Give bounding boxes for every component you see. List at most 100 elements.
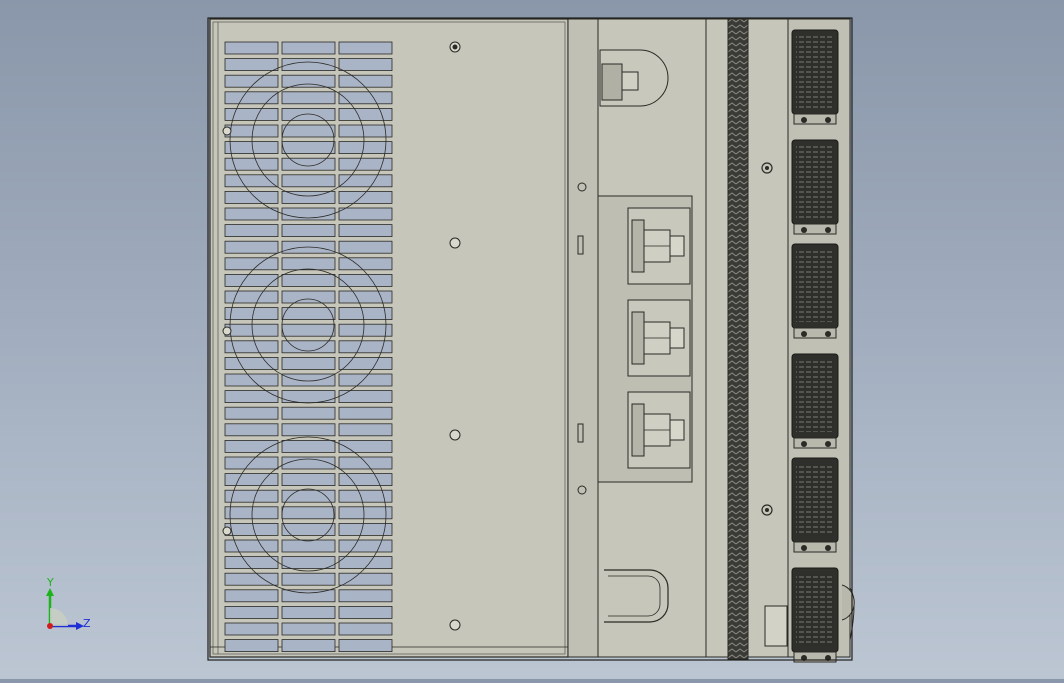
vent-slot bbox=[338, 356, 393, 370]
vent-slot bbox=[224, 473, 279, 487]
vent-slot bbox=[224, 406, 279, 420]
vent-slot bbox=[224, 207, 279, 221]
vent-slot bbox=[281, 290, 336, 304]
vent-slot bbox=[224, 273, 279, 287]
vent-slot bbox=[224, 589, 279, 603]
connector-plug bbox=[791, 139, 839, 235]
connector-plug bbox=[791, 567, 839, 663]
connector-plug bbox=[791, 243, 839, 339]
vent-slot bbox=[338, 456, 393, 470]
orientation-triad: Y Z bbox=[38, 576, 98, 638]
vent-slot bbox=[281, 622, 336, 636]
vent-slot bbox=[224, 390, 279, 404]
vent-slot bbox=[224, 456, 279, 470]
vent-slot bbox=[281, 323, 336, 337]
vent-slot bbox=[338, 141, 393, 155]
vent-slot bbox=[338, 439, 393, 453]
vent-slot bbox=[224, 257, 279, 271]
vent-slot bbox=[281, 257, 336, 271]
vent-slot bbox=[224, 290, 279, 304]
vent-slot bbox=[338, 257, 393, 271]
terminal-lug bbox=[627, 299, 691, 377]
vent-slot bbox=[281, 373, 336, 387]
vent-slot bbox=[338, 108, 393, 121]
vent-slot bbox=[338, 157, 393, 171]
connector-plug bbox=[791, 353, 839, 449]
vent-slot bbox=[281, 41, 336, 55]
vent-slot bbox=[338, 506, 393, 520]
vent-slot bbox=[281, 439, 336, 453]
connector-plug bbox=[791, 29, 839, 125]
power-terminals bbox=[627, 207, 691, 469]
vent-slot bbox=[338, 406, 393, 420]
vent-slot bbox=[338, 74, 393, 88]
vent-slot bbox=[338, 572, 393, 586]
vent-slot bbox=[224, 74, 279, 88]
fan-vent-grille bbox=[224, 41, 393, 652]
vent-slot bbox=[224, 506, 279, 520]
vent-slot bbox=[281, 506, 336, 520]
vent-slot bbox=[281, 157, 336, 171]
terminal-lug bbox=[627, 391, 691, 469]
vent-slot bbox=[281, 589, 336, 603]
drive-model-drawing bbox=[207, 17, 855, 663]
vent-slot bbox=[224, 356, 279, 370]
vent-slot bbox=[338, 290, 393, 304]
vent-slot bbox=[224, 307, 279, 321]
vent-slot bbox=[281, 91, 336, 105]
vent-slot bbox=[224, 639, 279, 652]
vent-slot bbox=[281, 124, 336, 138]
vent-slot bbox=[224, 556, 279, 569]
vent-slot bbox=[224, 224, 279, 238]
vent-slot bbox=[338, 207, 393, 221]
vent-slot bbox=[224, 423, 279, 437]
vent-slot bbox=[338, 639, 393, 652]
vent-slot bbox=[338, 622, 393, 636]
vent-slot bbox=[281, 473, 336, 487]
vent-slot bbox=[338, 473, 393, 487]
vent-slot bbox=[338, 323, 393, 337]
vent-slot bbox=[281, 273, 336, 287]
vent-slot bbox=[224, 91, 279, 105]
cad-viewport[interactable] bbox=[0, 0, 1064, 679]
vent-slot bbox=[224, 141, 279, 155]
y-axis-label: Y bbox=[47, 576, 54, 589]
vent-slot bbox=[338, 606, 393, 619]
vent-slot bbox=[224, 622, 279, 636]
vent-slot bbox=[338, 589, 393, 603]
vent-slot bbox=[281, 74, 336, 88]
vent-slot bbox=[281, 406, 336, 420]
heatsink-fins bbox=[705, 18, 789, 660]
vent-slot bbox=[338, 91, 393, 105]
vent-slot bbox=[281, 307, 336, 321]
vent-slot bbox=[281, 224, 336, 238]
vent-slot bbox=[338, 41, 393, 55]
vent-slot bbox=[281, 423, 336, 437]
vent-slot bbox=[338, 58, 393, 71]
vent-slot bbox=[281, 639, 336, 652]
vent-slot bbox=[338, 124, 393, 138]
vent-slot bbox=[281, 141, 336, 155]
vent-slot bbox=[338, 556, 393, 569]
connector-plug bbox=[791, 457, 839, 553]
vent-slot bbox=[338, 174, 393, 188]
vent-slot bbox=[224, 240, 279, 254]
vent-slot bbox=[224, 124, 279, 138]
vent-slot bbox=[338, 373, 393, 387]
vent-slot bbox=[224, 606, 279, 619]
vent-slot bbox=[281, 174, 336, 188]
vent-slot bbox=[224, 323, 279, 337]
vent-slot bbox=[224, 489, 279, 503]
terminal-lug bbox=[627, 207, 691, 285]
vent-slot bbox=[338, 423, 393, 437]
vent-slot bbox=[338, 224, 393, 238]
vent-slot bbox=[338, 240, 393, 254]
vent-slot bbox=[281, 356, 336, 370]
vent-slot bbox=[224, 539, 279, 553]
vent-slot bbox=[224, 523, 279, 536]
vent-slot bbox=[281, 606, 336, 619]
x-axis-origin bbox=[47, 623, 53, 629]
vent-slot bbox=[224, 41, 279, 55]
z-axis-label: Z bbox=[83, 617, 91, 630]
triad-plane bbox=[50, 608, 68, 626]
